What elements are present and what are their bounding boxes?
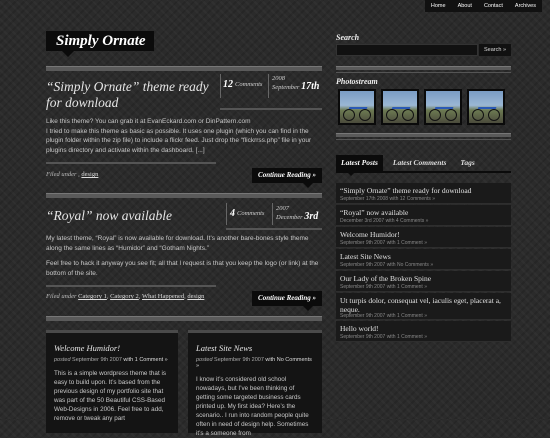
sidebar-divider xyxy=(336,139,511,140)
photostream-photo[interactable] xyxy=(381,89,419,125)
post-paragraph: Like this theme? You can grab it at Evan… xyxy=(46,118,251,125)
button-pointer xyxy=(303,183,313,188)
tab-latest-comments[interactable]: Latest Comments xyxy=(393,155,447,171)
post-month: December xyxy=(276,213,303,221)
sidebar-tabs: Latest Posts Latest Comments Tags xyxy=(336,155,511,171)
photostream-photo[interactable] xyxy=(424,89,462,125)
post-day: 3rd xyxy=(304,210,319,222)
photostream-heading: Photostream xyxy=(336,77,378,86)
search-button[interactable]: Search » xyxy=(479,44,511,56)
continue-reading-button[interactable]: Continue Reading » xyxy=(252,168,322,183)
list-item[interactable]: Ut turpis dolor, consequat vel, iaculis … xyxy=(336,293,511,320)
tabs-underline xyxy=(336,171,511,173)
category-link[interactable]: What Happened xyxy=(142,293,184,300)
list-item-meta: September 9th 2007 with 1 Comment » xyxy=(340,334,427,340)
list-item[interactable]: “Simply Ornate” theme ready for download… xyxy=(336,183,511,204)
sidebar-divider xyxy=(336,66,511,70)
search-heading: Search xyxy=(336,33,360,42)
box-title[interactable]: Welcome Humidor! xyxy=(54,343,170,353)
post-categories: Filed under , design xyxy=(46,171,99,178)
featured-box: Welcome Humidor! posted September 9th 20… xyxy=(46,330,178,433)
divider xyxy=(226,203,227,225)
post-comments-count[interactable]: 12 Comments xyxy=(223,79,262,90)
nav-archives-link[interactable]: Archives xyxy=(509,0,542,12)
sidebar-divider xyxy=(336,72,511,73)
comments-label: Comments xyxy=(237,210,265,217)
sidebar-divider xyxy=(336,133,511,137)
post-categories: Filed under Category 1, Category 2, What… xyxy=(46,293,205,300)
list-item-title[interactable]: Welcome Humidor! xyxy=(340,230,400,239)
nav-contact-link[interactable]: Contact xyxy=(478,0,509,12)
post-date: 2007 December 3rd xyxy=(276,205,318,221)
featured-box: Latest Site News posted September 9th 20… xyxy=(188,330,322,437)
list-item[interactable]: Latest Site News September 9th 2007 with … xyxy=(336,249,511,270)
category-link[interactable]: Category 1 xyxy=(78,293,107,300)
photostream-photo[interactable] xyxy=(467,89,505,125)
list-item-title[interactable]: Hello world! xyxy=(340,324,379,333)
post-paragraph: I tried to make this theme as basic as p… xyxy=(46,127,312,154)
post-excerpt: My latest theme, “Royal” is now availabl… xyxy=(46,234,322,284)
box-text: This is a simple wordpress theme that is… xyxy=(54,370,166,422)
post-title[interactable]: “Simply Ornate” theme ready for download xyxy=(46,79,221,111)
list-item-meta: September 9th 2007 with No Comments » xyxy=(340,262,434,268)
list-item-title[interactable]: Our Lady of the Broken Spine xyxy=(340,274,431,283)
photostream-photo[interactable] xyxy=(338,89,376,125)
list-item-meta: September 17th 2008 with 12 Comments » xyxy=(340,196,436,202)
list-item-title[interactable]: Ut turpis dolor, consequat vel, iaculis … xyxy=(340,296,508,314)
list-item-meta: September 9th 2007 with 1 Comment » xyxy=(340,240,427,246)
list-item-meta: December 3rd 2007 with 4 Comments » xyxy=(340,218,429,224)
comments-label: Comments xyxy=(235,81,263,88)
logo-pointer xyxy=(62,51,74,57)
list-item[interactable]: Welcome Humidor! September 9th 2007 with … xyxy=(336,227,511,248)
post-month: September xyxy=(272,83,300,91)
button-pointer xyxy=(303,306,313,311)
post-divider xyxy=(46,66,322,71)
tab-latest-posts[interactable]: Latest Posts xyxy=(336,155,383,171)
post-paragraph: My latest theme, “Royal” is now availabl… xyxy=(46,235,309,252)
divider xyxy=(268,74,269,98)
list-item-title[interactable]: Latest Site News xyxy=(340,252,391,261)
continue-reading-button[interactable]: Continue Reading » xyxy=(252,291,322,306)
post-divider xyxy=(46,316,322,321)
filed-label: Filed under xyxy=(46,293,77,300)
post-excerpt: Like this theme? You can grab it at Evan… xyxy=(46,117,322,161)
box-title[interactable]: Latest Site News xyxy=(196,343,314,353)
post-title[interactable]: “Royal” now available xyxy=(46,208,221,224)
post-paragraph: Feel free to hack it anyway you see fit;… xyxy=(46,260,319,277)
post-date: 2008 September 17th xyxy=(272,75,319,91)
category-link[interactable]: Category 2 xyxy=(110,293,139,300)
post-comments-count[interactable]: 4 Comments xyxy=(230,208,264,219)
title-underline xyxy=(220,108,322,110)
list-item[interactable]: Our Lady of the Broken Spine September 9t… xyxy=(336,271,511,292)
box-text: I know it’s considered old school nowada… xyxy=(196,376,309,437)
search-input[interactable] xyxy=(336,44,478,56)
filed-label: Filed under xyxy=(46,171,77,178)
category-link[interactable]: design xyxy=(81,171,98,178)
post-divider xyxy=(46,193,322,198)
tab-tags[interactable]: Tags xyxy=(460,155,474,171)
list-item-meta: September 9th 2007 with 1 Comment » xyxy=(340,284,427,290)
comments-number: 4 xyxy=(230,208,235,219)
excerpt-divider xyxy=(46,162,216,164)
box-meta: posted September 9th 2007 with No Commen… xyxy=(196,357,312,369)
site-logo[interactable]: Simply Ornate xyxy=(46,31,154,51)
comments-number: 12 xyxy=(223,79,233,90)
tab-pointer xyxy=(346,171,356,176)
list-item-meta: September 9th 2007 with 1 Comment » xyxy=(340,313,427,319)
post-day: 17th xyxy=(301,80,320,92)
list-item-title[interactable]: “Royal” now available xyxy=(340,208,408,217)
divider xyxy=(272,203,273,225)
nav-about-link[interactable]: About xyxy=(452,0,478,12)
list-item[interactable]: Hello world! September 9th 2007 with 1 Co… xyxy=(336,321,511,342)
title-underline xyxy=(226,228,322,230)
list-item-title[interactable]: “Simply Ornate” theme ready for download xyxy=(340,186,471,195)
divider xyxy=(220,74,221,98)
box-meta: posted September 9th 2007 with 1 Comment… xyxy=(54,357,168,363)
list-item[interactable]: “Royal” now available December 3rd 2007 w… xyxy=(336,205,511,226)
nav-home-link[interactable]: Home xyxy=(425,0,452,12)
category-link[interactable]: design xyxy=(187,293,204,300)
top-nav: Home About Contact Archives xyxy=(424,0,542,12)
excerpt-divider xyxy=(46,285,216,287)
